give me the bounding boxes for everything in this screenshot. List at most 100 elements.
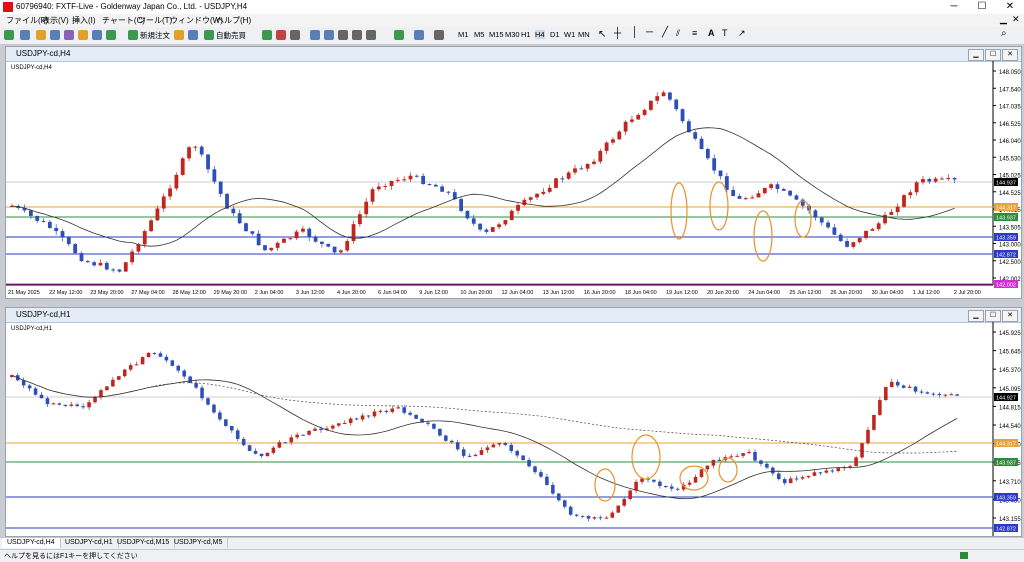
timeframe-m5[interactable]: M5 xyxy=(474,30,484,39)
candle-body xyxy=(946,178,951,180)
menu-insert[interactable]: 挿入(I) xyxy=(72,15,96,26)
auto-trade-button[interactable]: 自動売買 xyxy=(216,30,246,41)
menu-close-icon[interactable]: ✕ xyxy=(1012,14,1020,25)
menu-minimize-icon[interactable]: ▁ xyxy=(1000,14,1007,25)
chart-minimize-button[interactable]: ▁ xyxy=(968,310,984,322)
candle-body xyxy=(128,365,133,370)
menu-bar: ファイル(F) 表示(V) 挿入(I) チャート(C) ツール(T) ウィンドウ… xyxy=(0,14,1024,27)
vertical-line-icon[interactable]: │ xyxy=(632,27,638,38)
candle-body xyxy=(244,223,248,232)
menu-tools[interactable]: ツール(T) xyxy=(138,15,172,26)
timeframe-h4[interactable]: H4 xyxy=(535,30,545,39)
horizontal-line-icon[interactable]: ─ xyxy=(646,27,653,38)
periods-icon[interactable] xyxy=(414,30,424,40)
candle-body xyxy=(901,385,906,388)
minimize-button[interactable]: ─ xyxy=(940,0,968,14)
navigator-icon[interactable] xyxy=(64,30,74,40)
candle-body xyxy=(535,193,539,198)
tab-usdjpy-m5[interactable]: USDJPY-cd,M5 xyxy=(169,538,229,548)
data-window-icon[interactable] xyxy=(50,30,60,40)
close-button[interactable]: ✕ xyxy=(996,0,1024,14)
candle-body xyxy=(545,476,549,485)
candle-body xyxy=(771,467,775,474)
candle-body xyxy=(854,457,858,467)
crosshair-icon[interactable]: ┼ xyxy=(614,28,621,39)
auto-trade-icon[interactable] xyxy=(204,30,214,40)
candle-body xyxy=(426,422,430,424)
arrows-icon[interactable]: ↗ xyxy=(738,28,746,39)
timeframe-m15[interactable]: M15 xyxy=(489,30,504,39)
chart-window-h4[interactable]: USDJPY-cd,H4 ▁ ☐ ✕ 148.050 147.540 147.035… xyxy=(5,46,1022,299)
options-icon[interactable] xyxy=(106,30,116,40)
candle-body xyxy=(212,404,216,413)
candle-body xyxy=(402,179,407,181)
tile-windows-icon[interactable] xyxy=(338,30,348,40)
candle-body xyxy=(919,391,924,393)
candle-body xyxy=(521,455,525,461)
candle-body xyxy=(218,181,223,194)
meta-editor-icon[interactable] xyxy=(174,30,184,40)
candle-body xyxy=(680,109,685,122)
candle-body xyxy=(661,92,666,97)
market-watch-icon[interactable] xyxy=(36,30,46,40)
menu-window[interactable]: ウィンドウ(W) xyxy=(170,15,223,26)
signals-icon[interactable] xyxy=(188,30,198,40)
profiles-icon[interactable] xyxy=(20,30,30,40)
strategy-tester-icon[interactable] xyxy=(92,30,102,40)
candle-body xyxy=(28,210,33,216)
channel-icon[interactable]: ⫽ xyxy=(676,28,680,39)
zoom-out-icon[interactable] xyxy=(324,30,334,40)
terminal-icon[interactable] xyxy=(78,30,88,40)
autoscroll-icon[interactable] xyxy=(366,30,376,40)
zoom-in-icon[interactable] xyxy=(310,30,320,40)
bar-chart-icon[interactable] xyxy=(262,30,272,40)
timeframe-h1[interactable]: H1 xyxy=(521,30,531,39)
highlight-ellipse xyxy=(670,182,688,240)
indicators-icon[interactable] xyxy=(394,30,404,40)
tab-usdjpy-h1[interactable]: USDJPY-cd,H1 xyxy=(60,538,119,548)
candle-body xyxy=(943,394,948,396)
timeframe-m1[interactable]: M1 xyxy=(458,30,468,39)
chart-shift-icon[interactable] xyxy=(352,30,362,40)
candle-body xyxy=(497,443,502,445)
timeframe-m30[interactable]: M30 xyxy=(505,30,520,39)
chart-window-h1[interactable]: USDJPY-cd,H1 ▁ ☐ ✕ 145.925 145.645 145.370… xyxy=(5,307,1022,537)
search-icon[interactable]: ⌕ xyxy=(1001,28,1007,39)
candle-body xyxy=(180,158,185,175)
timeframe-mn[interactable]: MN xyxy=(578,30,590,39)
templates-icon[interactable] xyxy=(434,30,444,40)
tab-usdjpy-h4[interactable]: USDJPY-cd,H4 xyxy=(2,538,61,548)
cursor-icon[interactable]: ↖ xyxy=(598,29,606,40)
candle-body xyxy=(229,425,234,431)
chart-close-button[interactable]: ✕ xyxy=(1002,49,1018,61)
chart-close-button[interactable]: ✕ xyxy=(1002,310,1018,322)
candle-body xyxy=(902,195,906,207)
candle-body xyxy=(149,220,153,232)
menu-view[interactable]: 表示(V) xyxy=(42,15,69,26)
chart-maximize-button[interactable]: ☐ xyxy=(985,310,1001,322)
candle-body xyxy=(337,423,341,426)
candle-body xyxy=(503,443,508,445)
label-icon[interactable]: T xyxy=(722,28,728,38)
chart-maximize-button[interactable]: ☐ xyxy=(985,49,1001,61)
candlestick-icon[interactable] xyxy=(276,30,286,40)
price-chart-h4[interactable]: 148.050 147.540 147.035 146.525 146.040 145.5… xyxy=(6,61,1021,298)
new-order-icon[interactable] xyxy=(128,30,138,40)
new-chart-icon[interactable] xyxy=(4,30,14,40)
maximize-button[interactable]: ☐ xyxy=(968,0,996,14)
candle-body xyxy=(164,356,169,361)
line-chart-icon[interactable] xyxy=(290,30,300,40)
fibonacci-icon[interactable]: ≡ xyxy=(692,28,697,38)
price-chart-h1[interactable]: 145.925 145.645 145.370 145.095 144.815 144.5… xyxy=(6,322,1021,536)
chart-minimize-button[interactable]: ▁ xyxy=(968,49,984,61)
candle-body xyxy=(756,193,761,198)
timeframe-d1[interactable]: D1 xyxy=(550,30,560,39)
tab-usdjpy-m15[interactable]: USDJPY-cd,M15 xyxy=(112,538,176,548)
candle-body xyxy=(174,174,179,189)
candle-body xyxy=(838,234,843,242)
text-icon[interactable]: A xyxy=(708,28,715,38)
menu-help[interactable]: ヘルプ(H) xyxy=(216,15,251,26)
new-order-button[interactable]: 新規注文 xyxy=(140,30,170,41)
trendline-icon[interactable]: ╱ xyxy=(662,27,668,38)
timeframe-w1[interactable]: W1 xyxy=(564,30,575,39)
